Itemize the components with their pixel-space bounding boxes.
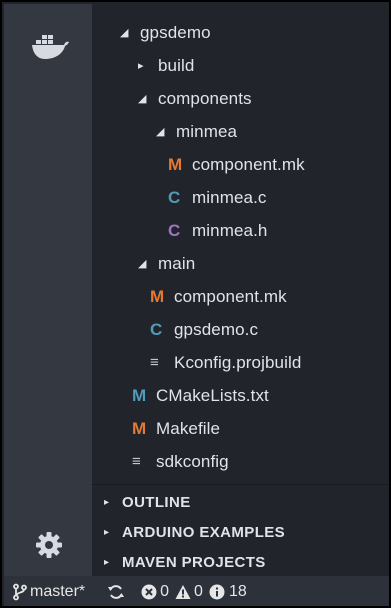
tree-item-label: main	[158, 253, 196, 273]
tree-item-label: component.mk	[174, 286, 287, 306]
tree-file-component-mk[interactable]: M component.mk	[168, 148, 305, 181]
panel-label: ARDUINO EXAMPLES	[122, 523, 286, 541]
panel-outline[interactable]: ▸ OUTLINE	[104, 487, 191, 517]
cmake-icon: M	[132, 385, 147, 405]
chevron-expanded-icon: ◢	[156, 126, 165, 138]
chevron-collapsed-icon: ▸	[138, 60, 144, 72]
info-count: 18	[228, 583, 247, 600]
tree-item-label: Kconfig.projbuild	[174, 352, 302, 372]
error-icon	[141, 584, 157, 600]
tree-item-label: minmea.c	[192, 187, 267, 207]
chevron-collapsed-icon: ▸	[104, 496, 110, 508]
tree-item-label: components	[158, 88, 252, 108]
chevron-collapsed-icon: ▸	[104, 556, 110, 568]
file-explorer-tree: ◢ gpsdemo ▸ build ◢ components ◢ minmea …	[92, 4, 389, 484]
chevron-collapsed-icon: ▸	[104, 526, 110, 538]
tree-folder-components[interactable]: ◢ components	[138, 82, 252, 115]
branch-indicator[interactable]: master*	[12, 583, 85, 601]
panel-arduino-examples[interactable]: ▸ ARDUINO EXAMPLES	[104, 517, 285, 547]
warning-icon	[175, 584, 191, 600]
tree-item-label: minmea	[176, 121, 238, 141]
panel-maven-projects[interactable]: ▸ MAVEN PROJECTS	[104, 547, 266, 577]
c-header-icon: C	[168, 220, 181, 240]
branch-name: master*	[30, 583, 86, 600]
tree-file-minmea-c[interactable]: C minmea.c	[168, 181, 267, 214]
error-count: 0	[160, 583, 170, 600]
tree-folder-build[interactable]: ▸ build	[138, 49, 194, 82]
tree-file-cmakelists[interactable]: M CMakeLists.txt	[132, 379, 269, 412]
tree-file-component-mk[interactable]: M component.mk	[150, 280, 287, 313]
tree-file-minmea-h[interactable]: C minmea.h	[168, 214, 267, 247]
tree-item-label: gpsdemo	[140, 22, 211, 42]
warning-count: 0	[194, 583, 203, 600]
tree-item-label: Makefile	[156, 418, 221, 438]
tree-folder-gpsdemo[interactable]: ◢ gpsdemo	[120, 16, 211, 49]
problems-indicator[interactable]: 0 0 18	[141, 583, 247, 601]
activity-bar	[4, 4, 92, 576]
chevron-expanded-icon: ◢	[120, 27, 129, 39]
tree-folder-main[interactable]: ◢ main	[138, 247, 195, 280]
tree-item-label: gpsdemo.c	[174, 319, 259, 339]
info-icon	[209, 584, 225, 600]
chevron-expanded-icon: ◢	[138, 93, 147, 105]
makefile-icon: M	[150, 286, 165, 306]
text-file-icon: ≡	[132, 453, 141, 470]
tree-file-kconfig[interactable]: ≡ Kconfig.projbuild	[150, 346, 301, 379]
tree-file-makefile[interactable]: M Makefile	[132, 412, 220, 445]
vscode-window: ◢ gpsdemo ▸ build ◢ components ◢ minmea …	[0, 0, 391, 608]
tree-item-label: minmea.h	[192, 220, 268, 240]
sync-button[interactable]	[107, 583, 125, 601]
c-source-icon: C	[150, 319, 163, 339]
docker-icon[interactable]	[30, 32, 70, 62]
git-branch-icon	[12, 583, 28, 601]
tree-item-label: CMakeLists.txt	[156, 385, 269, 405]
tree-item-label: build	[158, 55, 195, 75]
tree-folder-minmea[interactable]: ◢ minmea	[156, 115, 237, 148]
tree-file-gpsdemo-c[interactable]: C gpsdemo.c	[150, 313, 258, 346]
makefile-icon: M	[132, 418, 147, 438]
makefile-icon: M	[168, 154, 183, 174]
tree-item-label: component.mk	[192, 154, 305, 174]
text-file-icon: ≡	[150, 354, 159, 371]
panel-label: MAVEN PROJECTS	[122, 553, 266, 571]
tree-file-sdkconfig[interactable]: ≡ sdkconfig	[132, 445, 229, 478]
status-bar: master* 0 0 18	[4, 576, 389, 606]
panel-label: OUTLINE	[122, 493, 191, 511]
tree-item-label: sdkconfig	[156, 451, 229, 471]
c-source-icon: C	[168, 187, 181, 207]
chevron-expanded-icon: ◢	[138, 258, 147, 270]
gear-icon[interactable]	[34, 530, 64, 560]
sync-icon	[107, 583, 125, 601]
sidebar-panels: ▸ OUTLINE ▸ ARDUINO EXAMPLES ▸ MAVEN PRO…	[92, 484, 389, 577]
